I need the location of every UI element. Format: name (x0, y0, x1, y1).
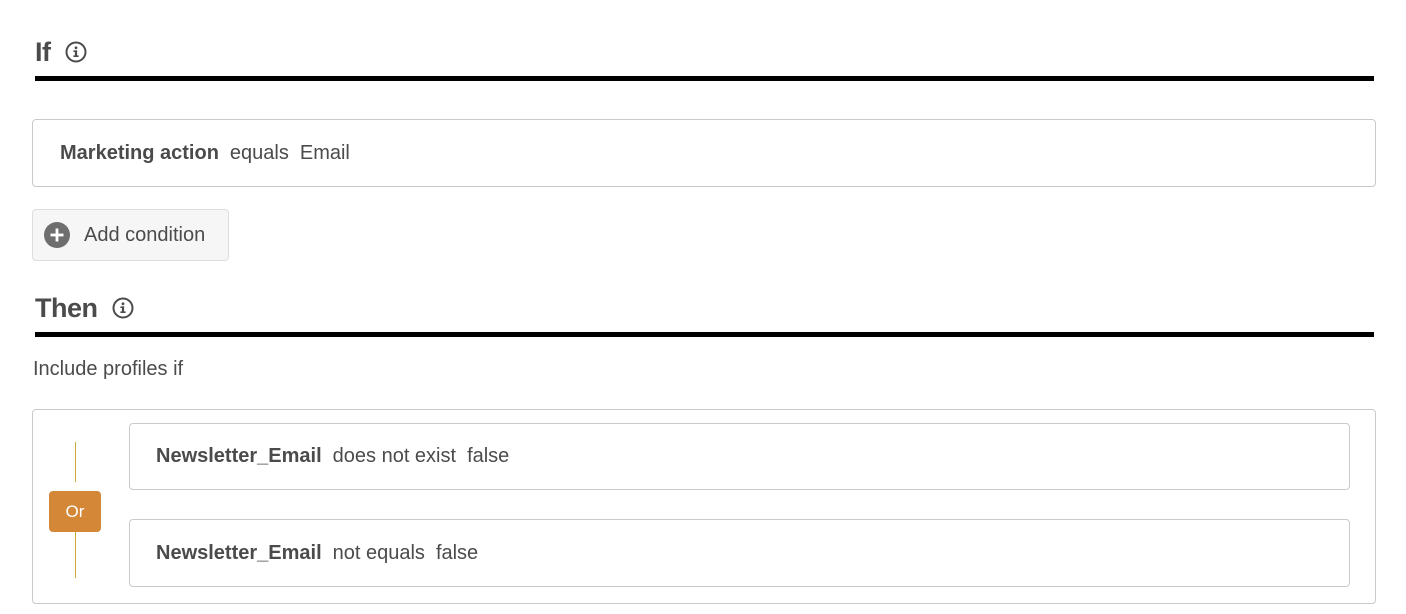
condition-operator: does not exist (332, 445, 457, 467)
condition-field: Newsletter_Email (156, 541, 322, 564)
if-title: If (35, 36, 51, 67)
condition-value: false (435, 541, 479, 564)
condition-field: Marketing action (60, 141, 219, 164)
info-icon[interactable] (112, 297, 134, 319)
then-title: Then (35, 292, 98, 323)
then-condition-card[interactable]: Newsletter_Email not equals false (129, 519, 1350, 587)
condition-operator: equals (229, 141, 289, 164)
condition-value: Email (299, 141, 350, 164)
or-connector-line (75, 442, 76, 482)
then-condition-card[interactable]: Newsletter_Email does not exist false (129, 423, 1350, 490)
plus-circle-icon (44, 222, 70, 248)
or-logic-toggle[interactable]: Or (49, 491, 101, 532)
if-section-header: If (35, 28, 1374, 81)
condition-value: false (467, 445, 510, 467)
condition-field: Newsletter_Email (156, 445, 322, 467)
add-condition-button[interactable]: Add condition (32, 209, 229, 261)
include-profiles-label: Include profiles if (33, 358, 184, 380)
condition-operator: not equals (332, 541, 425, 564)
if-condition-card[interactable]: Marketing action equals Email (32, 119, 1376, 187)
or-connector-line (75, 532, 76, 578)
then-section-header: Then (35, 284, 1374, 337)
add-condition-label: Add condition (84, 223, 206, 246)
info-icon[interactable] (65, 41, 87, 63)
policy-rule-editor: If Marketing action equals Email Add con… (0, 0, 1406, 614)
